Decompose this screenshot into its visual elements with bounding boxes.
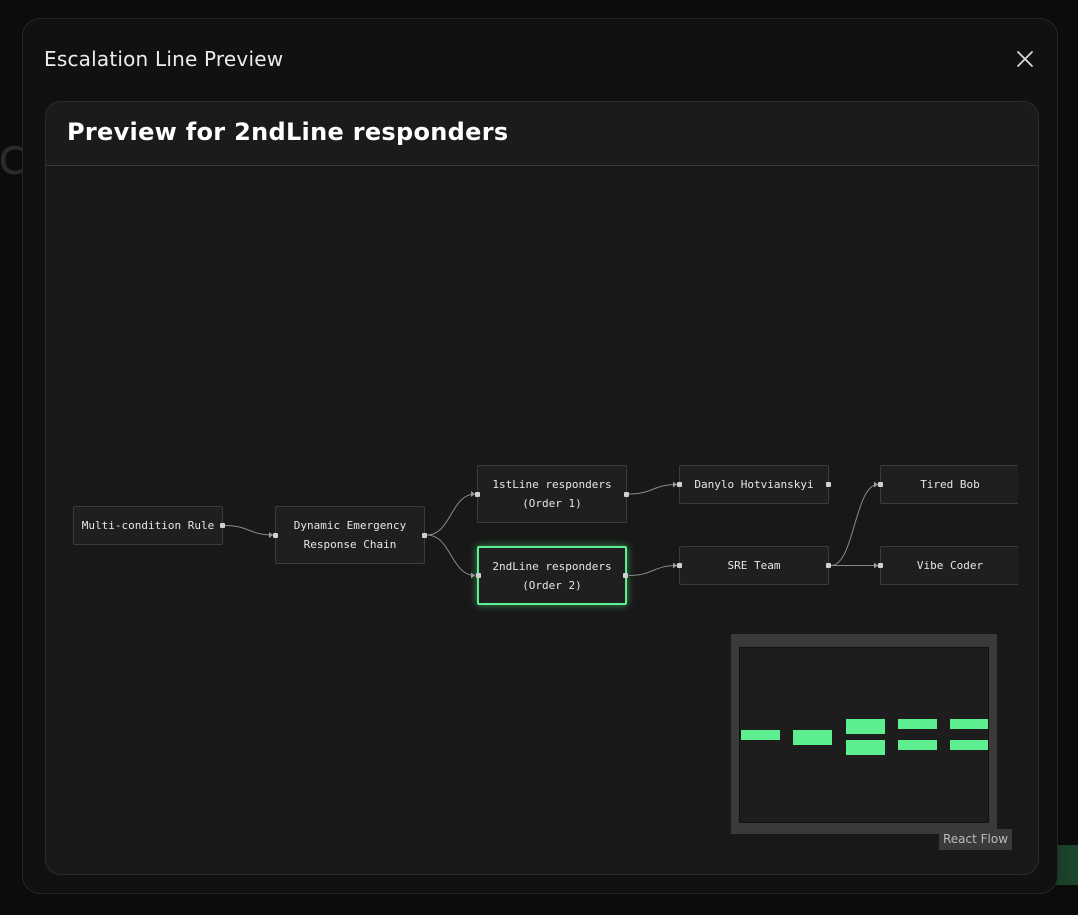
flow-node-label: Dynamic Emergency Response Chain [293, 519, 407, 551]
flow-edge-rule-chain[interactable] [224, 525, 274, 536]
minimap[interactable] [731, 634, 997, 834]
flow-node-danylo[interactable]: Danylo Hotvianskyi [677, 465, 831, 504]
flow-node-first[interactable]: 1stLine responders (Order 1) [475, 465, 629, 523]
react-flow-attribution[interactable]: React Flow [939, 829, 1013, 850]
flow-node-rule[interactable]: Multi-condition Rule [73, 506, 225, 545]
flow-node-label: SRE Team [727, 559, 781, 572]
flow-node-source-handle[interactable] [422, 532, 427, 538]
minimap-node-first [846, 719, 885, 734]
minimap-node-bob [950, 719, 988, 729]
flow-node-label: Vibe Coder [916, 559, 984, 572]
flow-node-bob[interactable]: Tired Bob [878, 465, 1018, 504]
flow-node-label: Danylo Hotvianskyi [694, 478, 814, 491]
flow-node-label: 1stLine responders (Order 1) [492, 478, 612, 510]
flow-node-target-handle[interactable] [878, 563, 883, 568]
panel-title: Preview for 2ndLine responders [67, 118, 509, 146]
flow-edge-chain-first[interactable] [426, 493, 476, 536]
flow-node-sre[interactable]: SRE Team [677, 546, 831, 585]
flow-node-source-handle[interactable] [623, 573, 628, 578]
escalation-preview-modal: Escalation Line Preview Preview for 2ndL… [22, 18, 1058, 894]
flow-node-label: Tired Bob [920, 478, 980, 491]
minimap-node-chain [793, 730, 832, 745]
minimap-viewport [739, 647, 989, 823]
flow-node-source-handle[interactable] [624, 491, 629, 497]
flow-node-label: Multi-condition Rule [81, 519, 215, 532]
panel-header: Preview for 2ndLine responders [46, 102, 1038, 166]
flow-node-vibe[interactable]: Vibe Coder [878, 546, 1018, 585]
modal-title: Escalation Line Preview [44, 47, 284, 71]
flow-node-second[interactable]: 2ndLine responders (Order 2) [476, 546, 628, 605]
flow-node-target-handle[interactable] [273, 532, 278, 538]
close-icon [1017, 51, 1033, 67]
minimap-node-danylo [898, 719, 937, 729]
flow-edge-chain-second[interactable] [426, 534, 476, 576]
flow-node-target-handle[interactable] [677, 482, 682, 487]
flow-node-target-handle[interactable] [476, 573, 481, 578]
minimap-node-vibe [950, 740, 988, 750]
flow-edge-second-sre[interactable] [628, 565, 678, 576]
minimap-node-rule [741, 730, 780, 740]
flow-node-target-handle[interactable] [677, 563, 682, 568]
flow-canvas[interactable]: Multi-condition Rule Dynamic Emergency Re… [46, 166, 1018, 874]
minimap-node-sre [898, 740, 937, 750]
preview-panel: Preview for 2ndLine responders Multi-con… [45, 101, 1039, 875]
flow-edge-first-danylo[interactable] [628, 484, 678, 495]
flow-edge-sre-bob[interactable] [830, 484, 879, 566]
flow-node-chain[interactable]: Dynamic Emergency Response Chain [273, 506, 427, 564]
flow-node-source-handle[interactable] [826, 482, 831, 487]
flow-node-target-handle[interactable] [475, 491, 480, 497]
flow-node-source-handle[interactable] [220, 523, 225, 528]
close-button[interactable] [1015, 49, 1035, 69]
flow-edge-arrow [471, 572, 475, 579]
minimap-node-second [846, 740, 885, 755]
flow-node-label: 2ndLine responders (Order 2) [492, 559, 612, 592]
flow-node-target-handle[interactable] [878, 482, 883, 487]
flow-node-source-handle[interactable] [826, 563, 831, 568]
